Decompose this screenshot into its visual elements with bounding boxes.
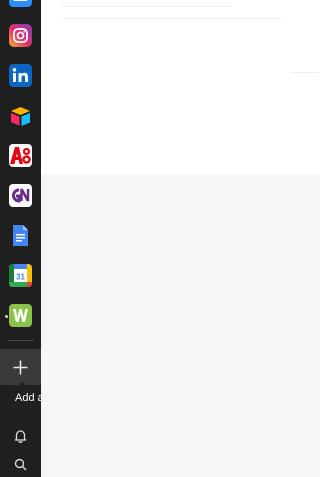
unread-indicator	[5, 315, 8, 318]
search-icon[interactable]	[14, 458, 27, 476]
svg-text:31: 31	[16, 273, 25, 282]
a8-icon[interactable]	[9, 144, 32, 167]
instagram-icon[interactable]	[9, 24, 32, 47]
google-docs-icon[interactable]	[9, 224, 32, 247]
add-application-button[interactable]	[0, 349, 41, 385]
main-content	[41, 0, 320, 477]
airtable-icon[interactable]	[9, 104, 32, 127]
plus-icon	[13, 360, 28, 375]
w-app-icon[interactable]	[9, 304, 32, 327]
content-line	[291, 72, 319, 73]
content-line	[61, 6, 231, 7]
content-panel	[41, 0, 320, 174]
linkedin-icon[interactable]	[9, 64, 32, 87]
content-line	[61, 18, 281, 19]
google-calendar-icon[interactable]: 31	[9, 264, 32, 287]
gn-icon[interactable]	[9, 184, 32, 207]
app-icon-top-partial[interactable]	[9, 0, 32, 7]
sidebar-divider	[8, 340, 34, 341]
bell-icon[interactable]	[13, 428, 28, 448]
